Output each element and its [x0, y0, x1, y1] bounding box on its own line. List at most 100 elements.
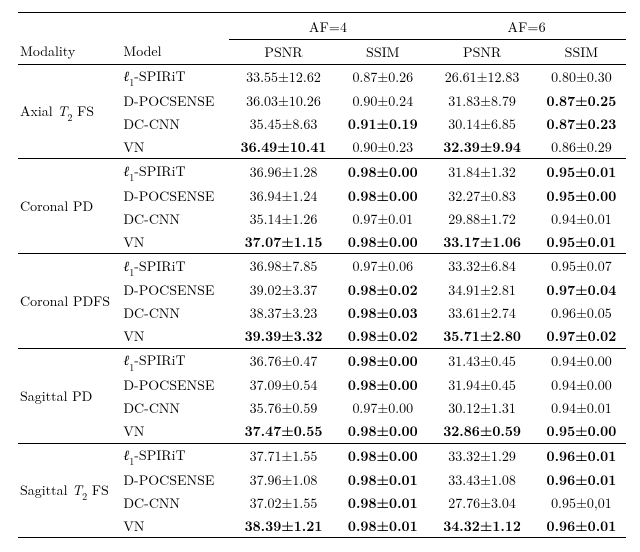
cell-af4-psnr: 37.47±0.55	[229, 420, 338, 444]
cell-af4-psnr: 36.76±0.47	[229, 348, 338, 373]
cell-af4-ssim: 0.98±0.00	[338, 348, 427, 373]
cell-af4-psnr: 38.37±3.23	[229, 302, 338, 325]
cell-af4-psnr: 37.07±1.15	[229, 230, 338, 254]
cell-af4-ssim: 0.98±0.01	[338, 514, 427, 537]
cell-af6-psnr: 30.12±1.31	[427, 397, 536, 420]
cell-af6-psnr: 33.32±1.29	[427, 443, 536, 468]
cell-af6-ssim: 0.95±0.07	[537, 254, 626, 279]
cell-af4-ssim: 0.98±0.00	[338, 374, 427, 397]
cell-af6-psnr: 26.61±12.83	[427, 64, 536, 89]
table-row: Coronal PDFSℓ1-SPIRiT36.98±7.850.97±0.06…	[18, 254, 626, 279]
table-row: Sagittal PDℓ1-SPIRiT36.76±0.470.98±0.003…	[18, 348, 626, 373]
cell-af6-ssim: 0.80±0.30	[537, 64, 626, 89]
model-cell: ℓ1-SPIRiT	[121, 443, 228, 468]
cell-af4-ssim: 0.97±0.00	[338, 397, 427, 420]
col-header-psnr-af4: PSNR	[229, 40, 338, 65]
cell-af6-psnr: 32.27±0.83	[427, 184, 536, 207]
model-cell: VN	[121, 325, 228, 349]
cell-af4-ssim: 0.98±0.00	[338, 159, 427, 184]
col-group-af6: AF=6	[427, 13, 626, 40]
cell-af6-ssim: 0.95±0.00	[537, 420, 626, 444]
cell-af4-ssim: 0.98±0.00	[338, 420, 427, 444]
cell-af6-ssim: 0.95±0,01	[537, 491, 626, 514]
cell-af6-ssim: 0.87±0.25	[537, 89, 626, 112]
model-cell: D-POCSENSE	[121, 89, 228, 112]
cell-af4-ssim: 0.98±0.02	[338, 279, 427, 302]
cell-af6-ssim: 0.95±0.00	[537, 184, 626, 207]
cell-af4-psnr: 37.96±1.08	[229, 468, 338, 491]
cell-af6-psnr: 29.88±1.72	[427, 207, 536, 230]
cell-af4-ssim: 0.90±0.24	[338, 89, 427, 112]
model-cell: ℓ1-SPIRiT	[121, 159, 228, 184]
cell-af6-psnr: 31.84±1.32	[427, 159, 536, 184]
cell-af6-psnr: 31.43±0.45	[427, 348, 536, 373]
model-cell: ℓ1-SPIRiT	[121, 254, 228, 279]
cell-af4-psnr: 36.98±7.85	[229, 254, 338, 279]
cell-af6-ssim: 0.87±0.23	[537, 112, 626, 135]
cell-af4-ssim: 0.90±0.23	[338, 135, 427, 159]
cell-af6-ssim: 0.96±0.05	[537, 302, 626, 325]
model-cell: DC-CNN	[121, 491, 228, 514]
cell-af4-psnr: 33.55±12.62	[229, 64, 338, 89]
model-cell: D-POCSENSE	[121, 374, 228, 397]
cell-af6-psnr: 33.43±1.08	[427, 468, 536, 491]
cell-af4-ssim: 0.98±0.01	[338, 491, 427, 514]
cell-af6-psnr: 33.17±1.06	[427, 230, 536, 254]
cell-af4-ssim: 0.91±0.19	[338, 112, 427, 135]
col-header-model: Model	[121, 40, 228, 65]
model-cell: DC-CNN	[121, 397, 228, 420]
model-cell: VN	[121, 514, 228, 537]
cell-af6-ssim: 0.94±0.01	[537, 207, 626, 230]
model-cell: VN	[121, 230, 228, 254]
cell-af4-psnr: 36.94±1.24	[229, 184, 338, 207]
cell-af6-ssim: 0.96±0.01	[537, 514, 626, 537]
modality-cell: Axial T2 FS	[18, 64, 121, 159]
model-cell: ℓ1-SPIRiT	[121, 348, 228, 373]
model-cell: ℓ1-SPIRiT	[121, 64, 228, 89]
cell-af4-psnr: 38.39±1.21	[229, 514, 338, 537]
cell-af4-psnr: 37.71±1.55	[229, 443, 338, 468]
model-cell: D-POCSENSE	[121, 279, 228, 302]
col-header-ssim-af4: SSIM	[338, 40, 427, 65]
cell-af6-ssim: 0.86±0.29	[537, 135, 626, 159]
model-cell: DC-CNN	[121, 207, 228, 230]
cell-af6-psnr: 30.14±6.85	[427, 112, 536, 135]
cell-af4-ssim: 0.97±0.06	[338, 254, 427, 279]
cell-af4-ssim: 0.98±0.00	[338, 184, 427, 207]
cell-af6-psnr: 33.61±2.74	[427, 302, 536, 325]
cell-af4-psnr: 39.02±3.37	[229, 279, 338, 302]
cell-af4-ssim: 0.98±0.02	[338, 325, 427, 349]
cell-af4-ssim: 0.98±0.00	[338, 230, 427, 254]
cell-af6-psnr: 35.71±2.80	[427, 325, 536, 349]
cell-af6-psnr: 32.86±0.59	[427, 420, 536, 444]
cell-af6-psnr: 31.94±0.45	[427, 374, 536, 397]
model-cell: DC-CNN	[121, 302, 228, 325]
cell-af6-ssim: 0.96±0.01	[537, 468, 626, 491]
col-header-psnr-af6: PSNR	[427, 40, 536, 65]
modality-cell: Coronal PD	[18, 159, 121, 254]
cell-af4-ssim: 0.98±0.03	[338, 302, 427, 325]
col-header-ssim-af6: SSIM	[537, 40, 626, 65]
model-cell: VN	[121, 135, 228, 159]
cell-af6-ssim: 0.96±0.01	[537, 443, 626, 468]
cell-af4-ssim: 0.97±0.01	[338, 207, 427, 230]
col-header-modality: Modality	[18, 40, 121, 65]
cell-af6-ssim: 0.95±0.01	[537, 159, 626, 184]
cell-af6-ssim: 0.94±0.00	[537, 348, 626, 373]
cell-af4-psnr: 39.39±3.32	[229, 325, 338, 349]
cell-af4-psnr: 35.14±1.26	[229, 207, 338, 230]
cell-af6-psnr: 31.83±8.79	[427, 89, 536, 112]
model-cell: D-POCSENSE	[121, 184, 228, 207]
cell-af6-psnr: 33.32±6.84	[427, 254, 536, 279]
results-table: AF=4 AF=6 Modality Model PSNR SSIM PSNR …	[18, 12, 626, 538]
cell-af4-psnr: 36.03±10.26	[229, 89, 338, 112]
table-row: Axial T2 FSℓ1-SPIRiT33.55±12.620.87±0.26…	[18, 64, 626, 89]
table-row: Sagittal T2 FSℓ1-SPIRiT37.71±1.550.98±0.…	[18, 443, 626, 468]
cell-af4-ssim: 0.87±0.26	[338, 64, 427, 89]
cell-af6-ssim: 0.97±0.04	[537, 279, 626, 302]
modality-cell: Sagittal PD	[18, 348, 121, 443]
cell-af6-ssim: 0.94±0.01	[537, 397, 626, 420]
cell-af6-ssim: 0.94±0.00	[537, 374, 626, 397]
cell-af6-ssim: 0.95±0.01	[537, 230, 626, 254]
model-cell: DC-CNN	[121, 112, 228, 135]
